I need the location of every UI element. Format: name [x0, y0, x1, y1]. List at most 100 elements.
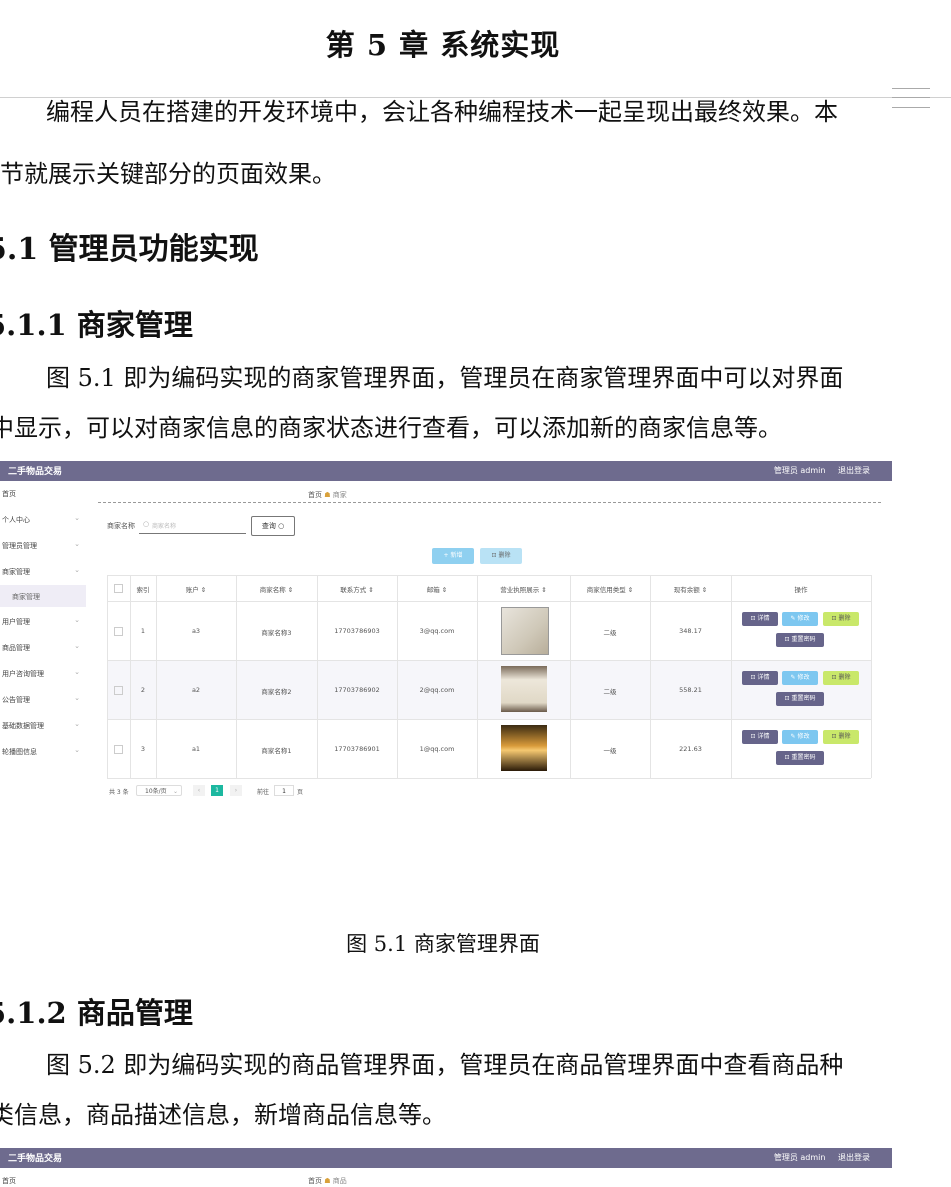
breadcrumb-current: 商家	[332, 491, 347, 499]
table-cell: 商家名称1	[261, 746, 292, 755]
sidebar-item[interactable]: 首页	[2, 489, 82, 499]
table-cell: 221.63	[679, 744, 702, 753]
sidebar-item-label: 轮播图信息	[2, 748, 37, 756]
breadcrumb-separator-icon: ☗	[324, 1177, 333, 1185]
table-rule	[107, 575, 871, 576]
logout-link[interactable]: 退出登录	[838, 1153, 870, 1162]
app-topbar: 二手物品交易 管理员 admin 退出登录	[0, 1148, 892, 1168]
delete-button[interactable]: ⊡ 删除	[823, 612, 859, 626]
license-image[interactable]	[501, 666, 547, 712]
search-button-label: 查询	[261, 522, 276, 530]
figure-5-2-screenshot: 二手物品交易 管理员 admin 退出登录 首页 首页 ☗ 商品	[0, 1148, 892, 1187]
batch-delete-label: 删除	[498, 552, 511, 559]
column-header[interactable]: 操作	[731, 584, 871, 594]
edit-button[interactable]: ✎ 修改	[782, 671, 818, 685]
sidebar-item-label: 基础数据管理	[2, 722, 44, 730]
license-image[interactable]	[501, 725, 547, 771]
table-cell: 3	[140, 744, 146, 753]
detail-button[interactable]: ⊡ 详情	[742, 730, 778, 744]
edit-button[interactable]: ✎ 修改	[782, 730, 818, 744]
delete-button[interactable]: ⊡ 删除	[823, 730, 859, 744]
add-button[interactable]: + 新增	[432, 548, 474, 564]
reset-password-button[interactable]: ⊡ 重置密码	[776, 633, 824, 647]
column-header[interactable]: 营业执照展示 ⇕	[477, 584, 570, 594]
sidebar-item[interactable]: 基础数据管理 ⌄	[2, 720, 82, 731]
breadcrumb-separator-icon: ☗	[324, 491, 333, 499]
column-header[interactable]: 账户 ⇕	[156, 584, 236, 594]
app-brand: 二手物品交易	[8, 467, 63, 477]
logout-link[interactable]: 退出登录	[838, 466, 870, 475]
sidebar-item[interactable]: 商品管理 ⌄	[2, 642, 82, 653]
edit-button[interactable]: ✎ 修改	[782, 612, 818, 626]
sidebar-item-label: 商家管理	[2, 568, 30, 576]
next-page-button[interactable]: ›	[230, 785, 242, 796]
search-icon: ○	[143, 520, 150, 528]
search-input[interactable]: ○ 商家名称	[139, 517, 246, 534]
table-cell: 二级	[603, 628, 617, 637]
sidebar-item[interactable]: 商家管理 ⌄	[2, 566, 82, 577]
sidebar-item-home[interactable]: 首页	[2, 1176, 82, 1186]
intro-line-2: 节就展示关键部分的页面效果。	[0, 160, 336, 188]
pagination-total: 共 3 条	[109, 789, 129, 796]
reset-password-button[interactable]: ⊡ 重置密码	[776, 692, 824, 706]
detail-button[interactable]: ⊡ 详情	[742, 671, 778, 685]
table-col-rule	[731, 575, 732, 778]
reset-password-button[interactable]: ⊡ 重置密码	[776, 751, 824, 765]
table-rule	[107, 778, 871, 779]
breadcrumb-home[interactable]: 首页	[308, 491, 322, 499]
select-all-checkbox[interactable]	[114, 584, 123, 593]
page-size-value: 10条/页	[145, 788, 167, 795]
table-rule	[107, 601, 871, 602]
app-brand: 二手物品交易	[8, 1154, 63, 1164]
sidebar-item[interactable]: 用户咨询管理 ⌄	[2, 668, 82, 679]
row-checkbox[interactable]	[114, 685, 123, 695]
breadcrumb-current: 商品	[332, 1177, 347, 1185]
prev-page-button[interactable]: ‹	[193, 785, 205, 796]
breadcrumb-home[interactable]: 首页	[308, 1177, 322, 1185]
sidebar-item[interactable]: 轮播图信息 ⌄	[2, 746, 82, 757]
delete-button[interactable]: ⊡ 删除	[823, 671, 859, 685]
table-col-rule	[871, 575, 872, 778]
admin-user-label: 管理员 admin	[773, 466, 826, 475]
table-col-rule	[477, 575, 478, 778]
page-1-button[interactable]: 1	[211, 785, 223, 796]
row-checkbox[interactable]	[114, 744, 123, 754]
section-5-1-heading: 5.1 管理员功能实现	[0, 232, 259, 267]
goto-input[interactable]: 1	[274, 785, 294, 796]
table-cell: a1	[191, 744, 201, 753]
intro-line-1: 编程人员在搭建的开发环境中，会让各种编程技术一起呈现出最终效果。本	[46, 98, 838, 126]
column-header[interactable]: 现有余额 ⇕	[650, 584, 731, 594]
row-checkbox[interactable]	[114, 626, 123, 636]
section-5-1-2-heading: 5.1.2 商品管理	[0, 996, 193, 1030]
sidebar-item[interactable]: 用户管理 ⌄	[2, 616, 82, 627]
detail-button[interactable]: ⊡ 详情	[742, 612, 778, 626]
chevron-down-icon: ⌄	[172, 788, 178, 795]
sidebar-item[interactable]: 公告管理 ⌄	[2, 694, 82, 705]
sidebar-item-label: 用户咨询管理	[2, 670, 44, 678]
table-cell: 二级	[603, 687, 617, 696]
chevron-down-icon: ⌄	[74, 642, 80, 650]
batch-delete-button[interactable]: ⊡ 删除	[480, 548, 522, 564]
app-topbar: 二手物品交易 管理员 admin 退出登录	[0, 461, 892, 481]
table-cell: 558.21	[679, 685, 702, 694]
search-placeholder: 商家名称	[152, 523, 177, 530]
sidebar-item-label: 商家管理	[12, 593, 40, 601]
sidebar-item[interactable]: 个人中心 ⌄	[2, 514, 82, 525]
sidebar-item[interactable]: 商家管理	[12, 592, 92, 602]
license-image[interactable]	[501, 607, 549, 655]
table-cell: 1	[140, 626, 146, 635]
column-header[interactable]: 索引	[130, 584, 156, 594]
table-rule	[107, 660, 871, 661]
column-header[interactable]: 商家信用类型 ⇕	[570, 584, 650, 594]
sidebar-item[interactable]: 管理员管理 ⌄	[2, 540, 82, 551]
page-size-select[interactable]: 10条/页 ⌄	[136, 785, 182, 796]
sidebar-item-label: 管理员管理	[2, 542, 37, 550]
column-header[interactable]: 邮箱 ⇕	[397, 584, 477, 594]
goto-suffix: 页	[297, 789, 304, 796]
column-header[interactable]: 商家名称 ⇕	[236, 584, 317, 594]
section-5-1-1-heading: 5.1.1 商家管理	[0, 308, 193, 342]
table-cell: 一级	[603, 746, 617, 755]
column-header[interactable]: 联系方式 ⇕	[317, 584, 397, 594]
search-button[interactable]: 查询 ○	[251, 516, 295, 536]
table-cell: 2@qq.com	[419, 685, 455, 694]
